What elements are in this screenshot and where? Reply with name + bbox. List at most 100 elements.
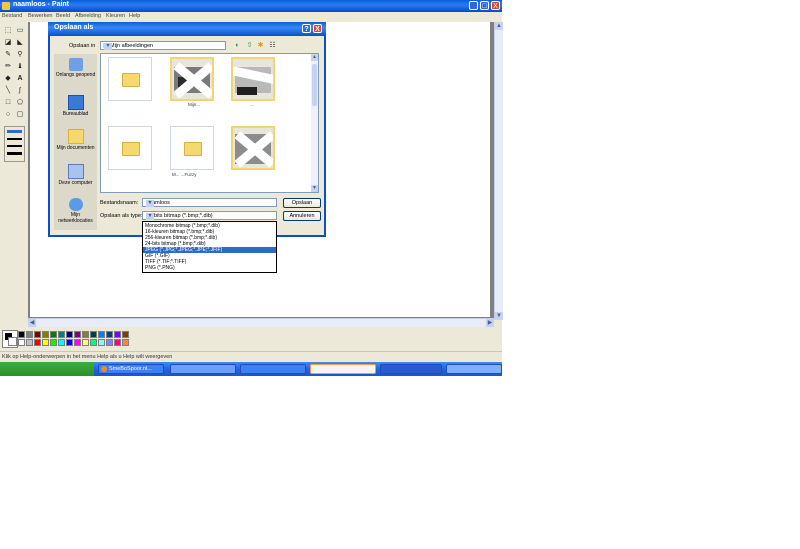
- menu-colors[interactable]: Kleuren: [106, 13, 125, 19]
- vertical-scrollbar[interactable]: ▲ ▼: [494, 22, 503, 320]
- palette-swatch[interactable]: [58, 339, 65, 346]
- palette-swatch[interactable]: [114, 331, 121, 338]
- palette-swatch[interactable]: [114, 339, 121, 346]
- place-network[interactable]: Mijn netwerklocaties: [54, 198, 97, 224]
- minimize-button[interactable]: _: [469, 1, 478, 10]
- chevron-down-icon[interactable]: ▼: [146, 213, 154, 220]
- place-recent[interactable]: Onlangs geopend: [54, 58, 97, 78]
- palette-swatch[interactable]: [98, 331, 105, 338]
- scroll-left-icon[interactable]: ◀: [28, 319, 36, 327]
- line-width-4[interactable]: [7, 152, 22, 155]
- airbrush-icon[interactable]: ◆: [3, 74, 13, 84]
- place-desktop[interactable]: Bureaublad: [54, 95, 97, 117]
- eraser-icon[interactable]: ◪: [3, 38, 13, 48]
- filetype-option[interactable]: PNG (*.PNG): [143, 265, 276, 271]
- help-button[interactable]: ?: [302, 24, 311, 33]
- pencil-icon[interactable]: ✏: [3, 62, 13, 72]
- palette-swatch[interactable]: [82, 339, 89, 346]
- line-width-1[interactable]: [7, 130, 22, 133]
- palette-swatch[interactable]: [26, 339, 33, 346]
- palette-swatch[interactable]: [106, 331, 113, 338]
- palette-swatch[interactable]: [34, 339, 41, 346]
- palette-swatch[interactable]: [122, 331, 129, 338]
- taskbar-item-3[interactable]: [240, 364, 306, 374]
- palette-swatch[interactable]: [90, 331, 97, 338]
- file-item[interactable]: [108, 57, 152, 101]
- palette-swatch[interactable]: [98, 339, 105, 346]
- scroll-up-icon[interactable]: ▲: [311, 54, 318, 61]
- palette-swatch[interactable]: [82, 331, 89, 338]
- taskbar-item-6[interactable]: [446, 364, 502, 374]
- palette-swatch[interactable]: [122, 339, 129, 346]
- chevron-down-icon[interactable]: ▼: [146, 200, 154, 207]
- chevron-down-icon[interactable]: ▼: [104, 43, 112, 50]
- palette-swatch[interactable]: [90, 339, 97, 346]
- palette-swatch[interactable]: [34, 331, 41, 338]
- palette-swatch[interactable]: [18, 331, 25, 338]
- palette-swatch[interactable]: [42, 331, 49, 338]
- brush-icon[interactable]: ♝: [15, 62, 25, 72]
- palette-swatch[interactable]: [18, 339, 25, 346]
- scroll-thumb[interactable]: [312, 64, 317, 106]
- palette-swatch[interactable]: [42, 339, 49, 346]
- filename-input[interactable]: naamloos ▼: [142, 198, 277, 207]
- horizontal-scrollbar[interactable]: ◀ ▶: [28, 318, 494, 327]
- text-icon[interactable]: A: [15, 74, 25, 84]
- palette-swatch[interactable]: [58, 331, 65, 338]
- polygon-icon[interactable]: ⬠: [15, 98, 25, 108]
- save-in-combo[interactable]: Mijn afbeeldingen ▼: [100, 41, 226, 50]
- menu-help[interactable]: Help: [129, 13, 140, 19]
- close-button[interactable]: X: [491, 1, 500, 10]
- menu-edit[interactable]: Bewerken: [28, 13, 52, 19]
- maximize-button[interactable]: □: [480, 1, 489, 10]
- rounded-rect-icon[interactable]: ▢: [15, 110, 25, 120]
- start-button[interactable]: [0, 362, 94, 376]
- palette-swatch[interactable]: [50, 331, 57, 338]
- dialog-close-button[interactable]: X: [313, 24, 322, 33]
- taskbar-item-browser[interactable]: SmeBoSpoor.nl...: [98, 364, 164, 374]
- scroll-down-icon[interactable]: ▼: [311, 185, 318, 192]
- scroll-right-icon[interactable]: ▶: [486, 319, 494, 327]
- file-item[interactable]: [170, 126, 214, 170]
- back-icon[interactable]: ◐: [233, 41, 242, 50]
- file-list-scrollbar[interactable]: ▲ ▼: [311, 54, 318, 192]
- menu-view[interactable]: Beeld: [56, 13, 70, 19]
- up-folder-icon[interactable]: ⇧: [245, 41, 254, 50]
- rectangle-icon[interactable]: □: [3, 98, 13, 108]
- new-folder-icon[interactable]: ✱: [256, 41, 265, 50]
- palette-swatch[interactable]: [106, 339, 113, 346]
- scroll-up-icon[interactable]: ▲: [495, 22, 503, 30]
- rect-select-icon[interactable]: ▭: [15, 26, 25, 36]
- line-width-3[interactable]: [7, 145, 22, 147]
- free-select-icon[interactable]: ⬚: [3, 26, 13, 36]
- palette-swatch[interactable]: [66, 339, 73, 346]
- file-item[interactable]: [170, 57, 214, 101]
- curve-icon[interactable]: ∫: [15, 86, 25, 96]
- taskbar-item-4[interactable]: [310, 364, 376, 374]
- file-item[interactable]: [108, 126, 152, 170]
- palette-swatch[interactable]: [50, 339, 57, 346]
- color-picker-icon[interactable]: ✎: [3, 50, 13, 60]
- line-width-selector[interactable]: [4, 126, 25, 162]
- magnifier-icon[interactable]: ⚲: [15, 50, 25, 60]
- save-button[interactable]: Opslaan: [283, 198, 321, 208]
- file-item[interactable]: [231, 57, 275, 101]
- view-menu-icon[interactable]: ☷: [268, 41, 277, 50]
- menu-image[interactable]: Afbeelding: [75, 13, 101, 19]
- line-width-2[interactable]: [7, 138, 22, 140]
- palette-swatch[interactable]: [74, 331, 81, 338]
- menu-file[interactable]: Bestand: [2, 13, 22, 19]
- file-item[interactable]: [231, 126, 275, 170]
- palette-swatch[interactable]: [26, 331, 33, 338]
- palette-swatch[interactable]: [74, 339, 81, 346]
- scroll-down-icon[interactable]: ▼: [495, 312, 503, 320]
- palette-swatch[interactable]: [66, 331, 73, 338]
- place-my-documents[interactable]: Mijn documenten: [54, 129, 97, 151]
- cancel-button[interactable]: Annuleren: [283, 211, 321, 221]
- taskbar-item-5[interactable]: [380, 364, 442, 374]
- ellipse-icon[interactable]: ○: [3, 110, 13, 120]
- fill-icon[interactable]: ◣: [15, 38, 25, 48]
- place-my-computer[interactable]: Deze computer: [54, 164, 97, 186]
- taskbar-item-2[interactable]: [170, 364, 236, 374]
- line-icon[interactable]: ╲: [3, 86, 13, 96]
